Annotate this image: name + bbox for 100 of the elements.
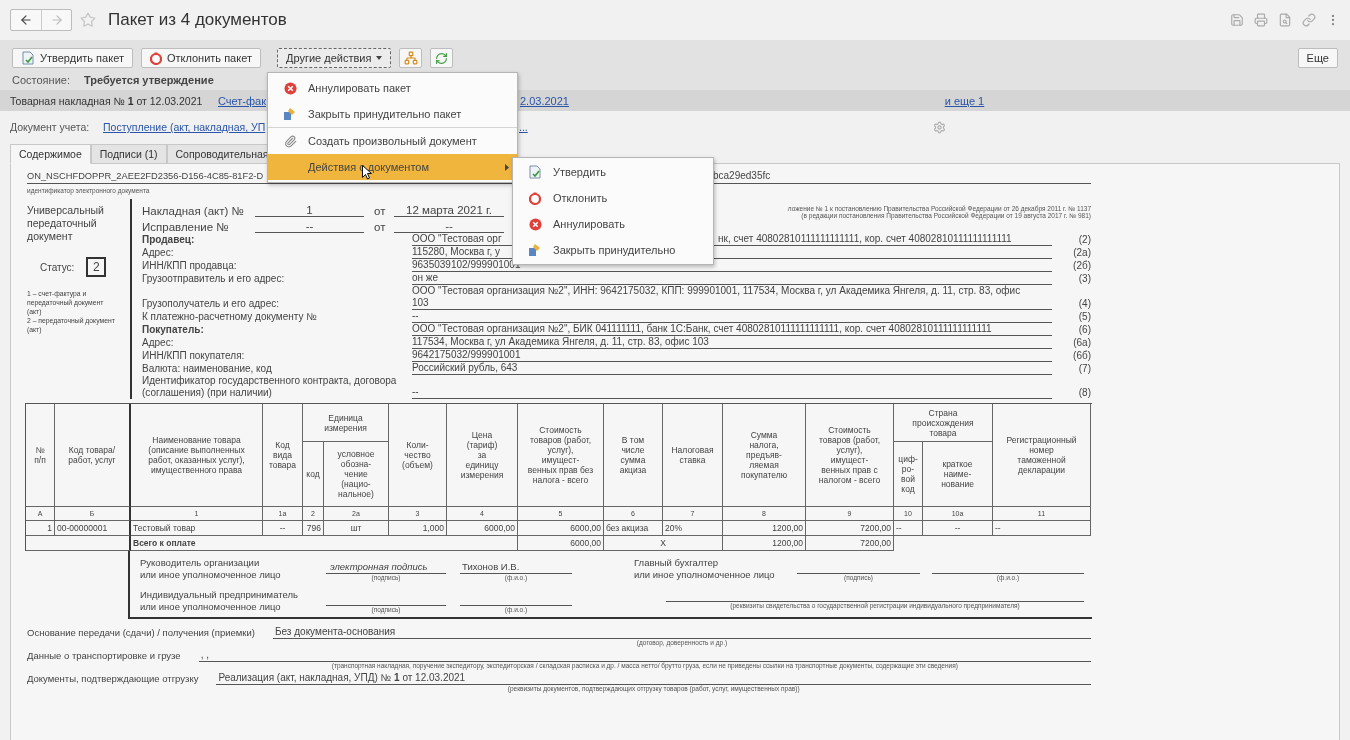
field-code: (2) bbox=[1077, 234, 1091, 246]
column-header: Сумма налога, предъяв- ляемая покупателю bbox=[723, 404, 806, 507]
menu-item[interactable]: Аннулировать пакет bbox=[268, 75, 517, 101]
document-check-icon bbox=[21, 51, 35, 65]
correction-field: -- bbox=[255, 220, 364, 233]
column-header: Налоговая ставка bbox=[663, 404, 723, 507]
table-cell: -- bbox=[923, 521, 993, 536]
date-field: 12 марта 2021 г. bbox=[394, 204, 504, 217]
document-link[interactable]: и еще 1 bbox=[944, 94, 1350, 107]
settings-icon[interactable] bbox=[933, 120, 947, 134]
field-value: 117534, Москва г, ул Академика Янгеля, д. 11, стр. 83, офис 103 bbox=[412, 336, 1052, 349]
table-cell: 20% bbox=[663, 521, 723, 536]
table-cell: 7200,00 bbox=[806, 521, 894, 536]
field-label: Валюта: наименование, код bbox=[142, 363, 273, 375]
signature-label: Индивидуальный предприниматель или иное уполномоченное лицо bbox=[140, 589, 299, 613]
date-field: -- bbox=[394, 220, 504, 233]
field-label: Покупатель: bbox=[142, 324, 205, 336]
stop-icon bbox=[529, 191, 541, 205]
field-label: Продавец: bbox=[142, 234, 196, 246]
correction-label: Исправление № bbox=[142, 221, 230, 233]
cancel-icon bbox=[528, 217, 542, 231]
menu-item[interactable]: Закрыть принудительно пакет bbox=[268, 101, 517, 127]
field-value: -- bbox=[412, 310, 1052, 323]
table-cell: Тестовый товар bbox=[131, 521, 263, 536]
field-label: ИНН/КПП продавца: bbox=[142, 260, 238, 272]
number-label: Накладная (акт) № bbox=[142, 205, 245, 217]
column-header: код bbox=[303, 442, 324, 507]
column-header: Коли- чество (объем) bbox=[389, 404, 447, 507]
field-value: ООО "Тестовая организация №2", ИНН: 9642175032, КПП: 999901001, 117534, Москва г, ул Академика Янгеля, д. 11, стр. 83, офис 103 bbox=[412, 285, 1052, 310]
tab[interactable]: Подписи (1) bbox=[90, 144, 167, 164]
table-cell: 1 bbox=[26, 521, 55, 536]
table-cell: -- bbox=[263, 521, 303, 536]
field-value: -- bbox=[412, 386, 1052, 399]
star-icon[interactable] bbox=[80, 12, 96, 28]
window-title: Пакет из 4 документов bbox=[108, 10, 287, 30]
refresh-icon bbox=[435, 51, 449, 65]
table-cell: 00-00000001 bbox=[55, 521, 131, 536]
more-button[interactable]: Еще bbox=[1297, 48, 1338, 68]
field-label: Адрес: bbox=[142, 247, 175, 259]
account-label: Документ учета: bbox=[10, 121, 91, 133]
field-code: (4) bbox=[1077, 298, 1091, 310]
menu-item[interactable]: Отклонить bbox=[513, 185, 713, 211]
column-header: краткое наиме- нование bbox=[923, 442, 993, 507]
document-link[interactable]: 2.03.2021 bbox=[520, 94, 935, 107]
column-header: Регистрационный номер таможенной декларации bbox=[993, 404, 1091, 507]
signature-label: Руководитель организации или иное уполномоченное лицо bbox=[140, 557, 282, 581]
column-header: Наименование товара (описание выполненных работ, оказанных услуг), имущественного права bbox=[131, 404, 263, 507]
table-cell: без акциза bbox=[604, 521, 663, 536]
column-header: Цена (тариф) за единицу измерения bbox=[447, 404, 518, 507]
date-label: от bbox=[374, 221, 384, 233]
field-value: Российский рубль, 643 bbox=[412, 362, 1052, 375]
preview-icon[interactable] bbox=[1278, 13, 1292, 27]
document-type: Универсальный передаточный документ bbox=[27, 204, 105, 243]
footer-label: Данные о транспортировке и грузе bbox=[27, 649, 181, 661]
toolbar-button[interactable]: Утвердить пакет bbox=[12, 48, 133, 68]
icon-button[interactable] bbox=[430, 48, 454, 68]
footer-field: Без документа-основания bbox=[272, 625, 1091, 639]
field-label: К платежно-расчетному документу № bbox=[142, 311, 319, 323]
table-cell: 796 bbox=[303, 521, 324, 536]
total-label: Всего к оплате bbox=[131, 536, 518, 551]
column-header: Код вида товара bbox=[263, 404, 303, 507]
account-link-tail[interactable]: ... bbox=[519, 121, 922, 133]
field-code: (2б) bbox=[1072, 260, 1091, 272]
table-cell: 1200,00 bbox=[723, 521, 806, 536]
icon-button[interactable] bbox=[399, 48, 423, 68]
footer-label: Документы, подтверждающие отгрузку bbox=[27, 672, 199, 684]
field-value: 9642175032/999901001 bbox=[412, 349, 1052, 362]
link-icon[interactable] bbox=[1302, 13, 1316, 27]
print-icon[interactable] bbox=[1254, 13, 1268, 27]
total-amount: 6000,00 bbox=[518, 536, 604, 551]
field-label: Грузополучатель и его адрес: bbox=[142, 298, 280, 310]
footer-field: , , bbox=[198, 648, 1091, 662]
hierarchy-icon bbox=[403, 51, 418, 65]
field-code: (3) bbox=[1077, 273, 1091, 285]
signature-label: Главный бухгалтер или иное уполномоченное лицо bbox=[634, 557, 776, 581]
document-id: ON_NSCHFDOPPR_2AEE2FD2356-D156-4C85-81F2-D bbox=[27, 171, 264, 181]
toolbar-button[interactable]: Отклонить пакет bbox=[140, 48, 261, 68]
column-header: № п/п bbox=[26, 404, 55, 507]
state-value: Требуется утверждение bbox=[83, 74, 214, 86]
field-code: (6б) bbox=[1072, 350, 1091, 362]
caret-icon bbox=[376, 56, 383, 60]
field-code: (7) bbox=[1077, 363, 1091, 375]
table-cell: -- bbox=[993, 521, 1091, 536]
column-group-header: Страна происхождения товара bbox=[894, 404, 993, 442]
cancel-icon bbox=[283, 81, 297, 95]
signature-text: электронная подпись bbox=[329, 561, 428, 573]
save-icon[interactable] bbox=[1230, 13, 1244, 27]
footer-field: Реализация (акт, накладная, УПД) № 1 от 12.03.2021 bbox=[216, 671, 1091, 685]
table-cell: 6000,00 bbox=[447, 521, 518, 536]
status-label: Статус: bbox=[40, 261, 75, 273]
tab[interactable]: Содержимое bbox=[10, 144, 91, 164]
field-label: Грузоотправитель и его адрес: bbox=[142, 273, 286, 285]
column-header: В том числе сумма акциза bbox=[604, 404, 663, 507]
column-header: циф- ро- вой код bbox=[894, 442, 923, 507]
total-excise: Х bbox=[604, 536, 723, 551]
number-field: 1 bbox=[255, 204, 364, 217]
status-value: 2 bbox=[86, 257, 107, 277]
table-cell: 6000,00 bbox=[518, 521, 604, 536]
column-header: Код товара/ работ, услуг bbox=[55, 404, 131, 507]
dropdown-button[interactable]: Другие действия bbox=[276, 48, 392, 68]
